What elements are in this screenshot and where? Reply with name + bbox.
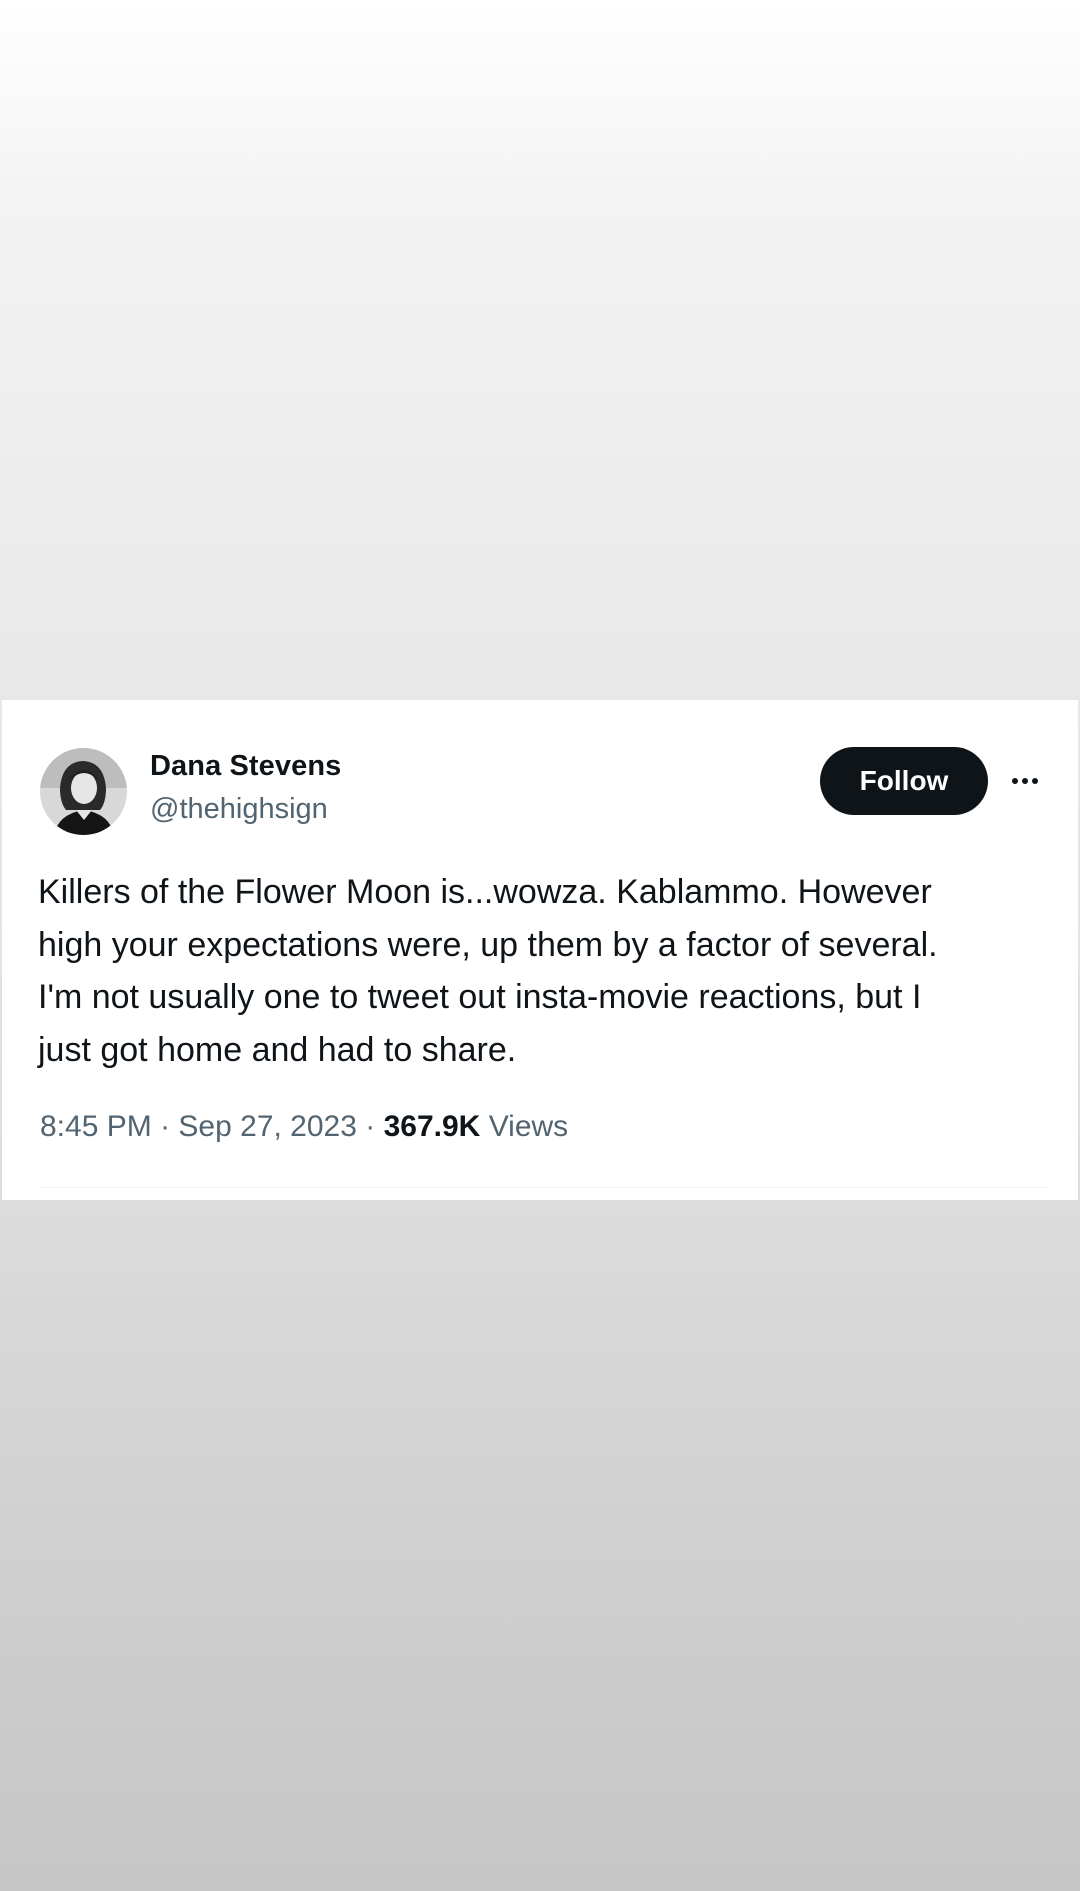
follow-button[interactable]: Follow xyxy=(820,747,988,815)
more-dot xyxy=(1022,778,1028,784)
author-display-name[interactable]: Dana Stevens xyxy=(150,750,341,783)
tweet-date[interactable]: Sep 27, 2023 xyxy=(178,1110,357,1143)
tweet-time[interactable]: 8:45 PM xyxy=(40,1110,152,1143)
meta-separator: · xyxy=(365,1110,376,1143)
views-count[interactable]: 367.9K xyxy=(384,1110,481,1143)
author-handle[interactable]: @thehighsign xyxy=(150,793,328,826)
divider xyxy=(40,1187,1046,1188)
meta-separator: · xyxy=(160,1110,171,1143)
more-options-icon[interactable] xyxy=(1006,766,1044,796)
tweet-text: Killers of the Flower Moon is...wowza. K… xyxy=(38,873,938,1069)
more-dot xyxy=(1012,778,1018,784)
avatar[interactable] xyxy=(40,748,127,835)
views-label: Views xyxy=(488,1110,569,1143)
tweet-meta: 8:45 PM · Sep 27, 2023 · 367.9K Views xyxy=(40,1110,568,1144)
tweet-card: Dana Stevens @thehighsign Follow Killers… xyxy=(2,700,1078,1200)
more-dot xyxy=(1032,778,1038,784)
